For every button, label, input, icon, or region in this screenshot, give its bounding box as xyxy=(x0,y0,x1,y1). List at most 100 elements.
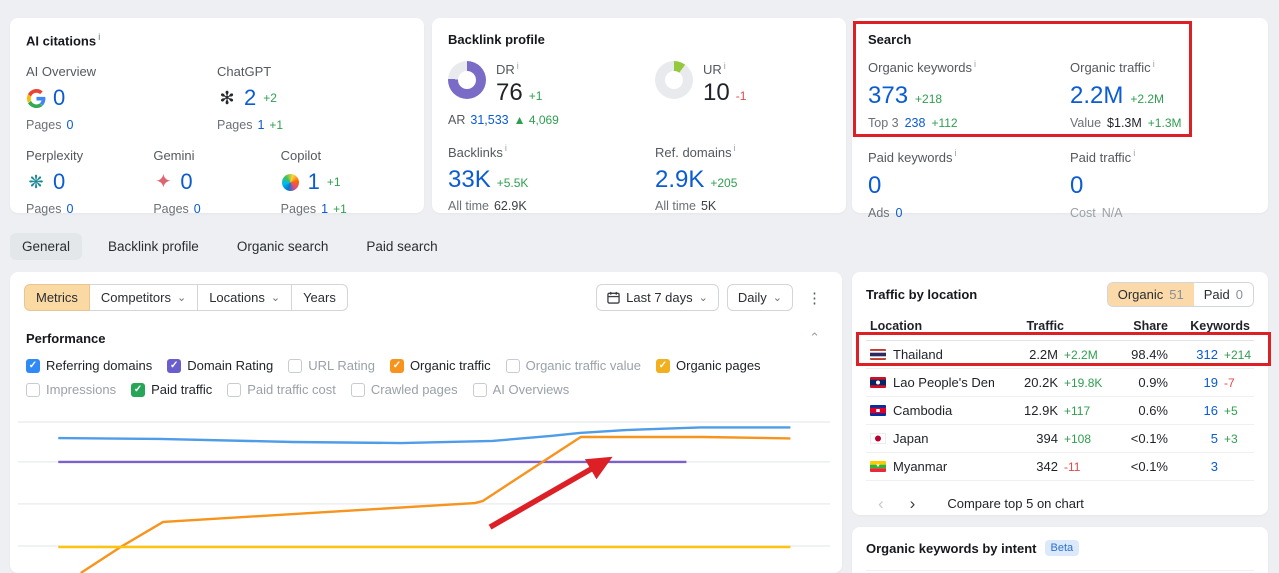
location-name: Lao People's Democratic Reput xyxy=(893,375,994,390)
organic-toggle-button[interactable]: Organic 51 xyxy=(1107,283,1194,306)
metric-checkbox-organic-pages[interactable]: ✓ Organic pages xyxy=(656,358,761,373)
ai-citation-item: Copilot 1 +1 Pages 1 +1 xyxy=(281,148,408,216)
ai-citations-delta: +1 xyxy=(326,175,341,190)
info-icon: i xyxy=(98,32,101,42)
metric-checkbox-organic-traffic[interactable]: ✓ Organic traffic xyxy=(389,358,491,373)
location-name: Thailand xyxy=(893,347,943,362)
ai-pages-row: Pages 0 xyxy=(153,202,201,217)
locations-button[interactable]: Locations ⌄ xyxy=(197,284,293,311)
ai-citation-item: Gemini ✦ 0 Pages 0 xyxy=(153,148,280,216)
location-name: Myanmar xyxy=(893,459,948,474)
metric-checkbox-list: ✓ Referring domains ✓ Domain Rating ✓ UR… xyxy=(10,347,842,397)
location-name: Cambodia xyxy=(893,403,953,418)
backlink-profile-panel: Backlink profile DR i 76 +1 UR i 10 -1 A… xyxy=(432,18,846,213)
metric-sub-row: Ads 0 xyxy=(868,205,903,220)
ref-domains-value[interactable]: 2.9K xyxy=(655,167,704,192)
share-value: <0.1% xyxy=(1130,431,1168,446)
metric-value[interactable]: 2.2M xyxy=(1070,84,1123,108)
date-range-button[interactable]: Last 7 days ⌄ xyxy=(596,284,719,311)
metric-value[interactable]: 373 xyxy=(868,84,908,108)
gemini-icon: ✦ xyxy=(154,171,172,194)
traffic-delta: +108 xyxy=(1064,432,1092,446)
locations-table: Location Traffic Share Keywords Thailand… xyxy=(866,319,1254,481)
info-icon: i xyxy=(954,148,957,159)
checkbox-icon: ✓ xyxy=(167,358,182,373)
backlink-profile-title: Backlink profile xyxy=(448,32,545,47)
competitors-button[interactable]: Competitors ⌄ xyxy=(88,284,199,311)
performance-line-chart[interactable] xyxy=(10,395,842,573)
metric-value[interactable]: 0 xyxy=(868,173,881,198)
ai-pages-row: Pages 0 xyxy=(26,118,74,133)
traffic-value: 394 xyxy=(1036,431,1058,446)
collapse-section-button[interactable]: ⌃ xyxy=(803,329,826,347)
more-options-button[interactable]: ⋮ xyxy=(801,285,828,311)
location-row-lao-people-s-democratic-reput[interactable]: Lao People's Democratic Reput 20.2K +19.… xyxy=(866,369,1254,397)
ref-domains-alltime: All time 5K xyxy=(655,198,717,213)
compare-top5-link[interactable]: Compare top 5 on chart xyxy=(947,496,1084,511)
metric-checkbox-referring-domains[interactable]: ✓ Referring domains xyxy=(26,358,152,373)
location-row-thailand[interactable]: Thailand 2.2M +2.2M 98.4% 312 +214 xyxy=(866,341,1254,369)
metric-checkbox-organic-traffic-value[interactable]: ✓ Organic traffic value xyxy=(505,358,641,373)
metric-checkbox-label: Domain Rating xyxy=(187,358,274,373)
keywords-value[interactable]: 16 xyxy=(1168,403,1218,418)
organic-paid-toggle: Organic 51 Paid 0 xyxy=(1106,282,1254,307)
ur-label: UR i xyxy=(703,61,726,78)
checkbox-icon: ✓ xyxy=(288,358,303,373)
backlinks-value[interactable]: 33K xyxy=(448,167,491,192)
keywords-value[interactable]: 5 xyxy=(1168,431,1218,446)
granularity-button[interactable]: Daily ⌄ xyxy=(726,284,793,311)
url-rating-widget: UR i 10 -1 xyxy=(655,61,830,105)
beta-badge: Beta xyxy=(1044,540,1080,556)
metric-checkbox-domain-rating[interactable]: ✓ Domain Rating xyxy=(167,358,273,373)
metric-checkbox-url-rating[interactable]: ✓ URL Rating xyxy=(288,358,375,373)
location-row-japan[interactable]: Japan 394 +108 <0.1% 5 +3 xyxy=(866,425,1254,453)
ai-citations-count: 0 xyxy=(180,169,193,195)
traffic-delta: +19.8K xyxy=(1064,376,1103,390)
location-name: Japan xyxy=(893,431,929,446)
metric-label: Organic traffic i xyxy=(1070,59,1155,76)
ai-citations-title: AI citations i xyxy=(26,32,101,49)
traffic-delta: -11 xyxy=(1064,460,1081,474)
traffic-value: 342 xyxy=(1036,459,1058,474)
ai-source-label: AI Overview xyxy=(26,64,97,80)
location-row-myanmar[interactable]: Myanmar 342 -11 <0.1% 3 xyxy=(866,453,1254,481)
paid-toggle-button[interactable]: Paid 0 xyxy=(1193,283,1253,306)
traffic-by-location-panel: Traffic by location Organic 51 Paid 0 Lo… xyxy=(852,272,1268,515)
next-page-button[interactable]: › xyxy=(902,493,924,514)
chart-toolbar: Metrics Competitors ⌄ Locations ⌄ Years La… xyxy=(10,272,842,311)
metric-label: Paid traffic i xyxy=(1070,148,1136,165)
share-value: 0.9% xyxy=(1138,375,1168,390)
ai-citation-item: Perplexity ❋ 0 Pages 0 xyxy=(26,148,153,216)
keywords-value[interactable]: 3 xyxy=(1168,459,1218,474)
chevron-up-icon: ⌃ xyxy=(809,330,820,345)
dr-label: DR i xyxy=(496,61,519,78)
dr-donut-chart xyxy=(448,61,486,99)
tab-paid-search[interactable]: Paid search xyxy=(354,233,449,260)
ai-citations-count: 2 xyxy=(244,85,257,111)
cambodia-flag-icon xyxy=(870,405,886,416)
years-button[interactable]: Years xyxy=(291,284,348,311)
tab-backlink-profile[interactable]: Backlink profile xyxy=(96,233,211,260)
metrics-button[interactable]: Metrics xyxy=(24,284,90,311)
metric-checkbox-label: Referring domains xyxy=(46,358,153,373)
metric-value[interactable]: 0 xyxy=(1070,173,1083,198)
checkbox-icon: ✓ xyxy=(389,358,404,373)
column-keywords: Keywords xyxy=(1190,319,1250,333)
tab-organic-search[interactable]: Organic search xyxy=(225,233,341,260)
backlinks-widget: Backlinks i 33K +5.5K All time 62.9K xyxy=(448,143,655,212)
tab-general[interactable]: General xyxy=(10,233,83,260)
share-value: 98.4% xyxy=(1131,347,1168,362)
keywords-value[interactable]: 312 xyxy=(1168,347,1218,362)
organic-count: 51 xyxy=(1169,287,1184,302)
info-icon: i xyxy=(733,143,736,154)
prev-page-button[interactable]: ‹ xyxy=(870,493,892,514)
keywords-value[interactable]: 19 xyxy=(1168,375,1218,390)
keywords-delta: +3 xyxy=(1224,432,1238,446)
metric-checkbox-label: Organic traffic value xyxy=(525,358,641,373)
location-row-cambodia[interactable]: Cambodia 12.9K +117 0.6% 16 +5 xyxy=(866,397,1254,425)
calendar-icon xyxy=(607,291,620,304)
search-metric-organic-keywords: Organic keywords i 373 +218 Top 3 238 +11… xyxy=(868,59,1070,130)
chart-mode-switcher: Metrics Competitors ⌄ Locations ⌄ Years xyxy=(24,284,348,311)
thailand-flag-icon xyxy=(870,349,886,360)
ar-value[interactable]: 31,533 xyxy=(470,113,508,127)
